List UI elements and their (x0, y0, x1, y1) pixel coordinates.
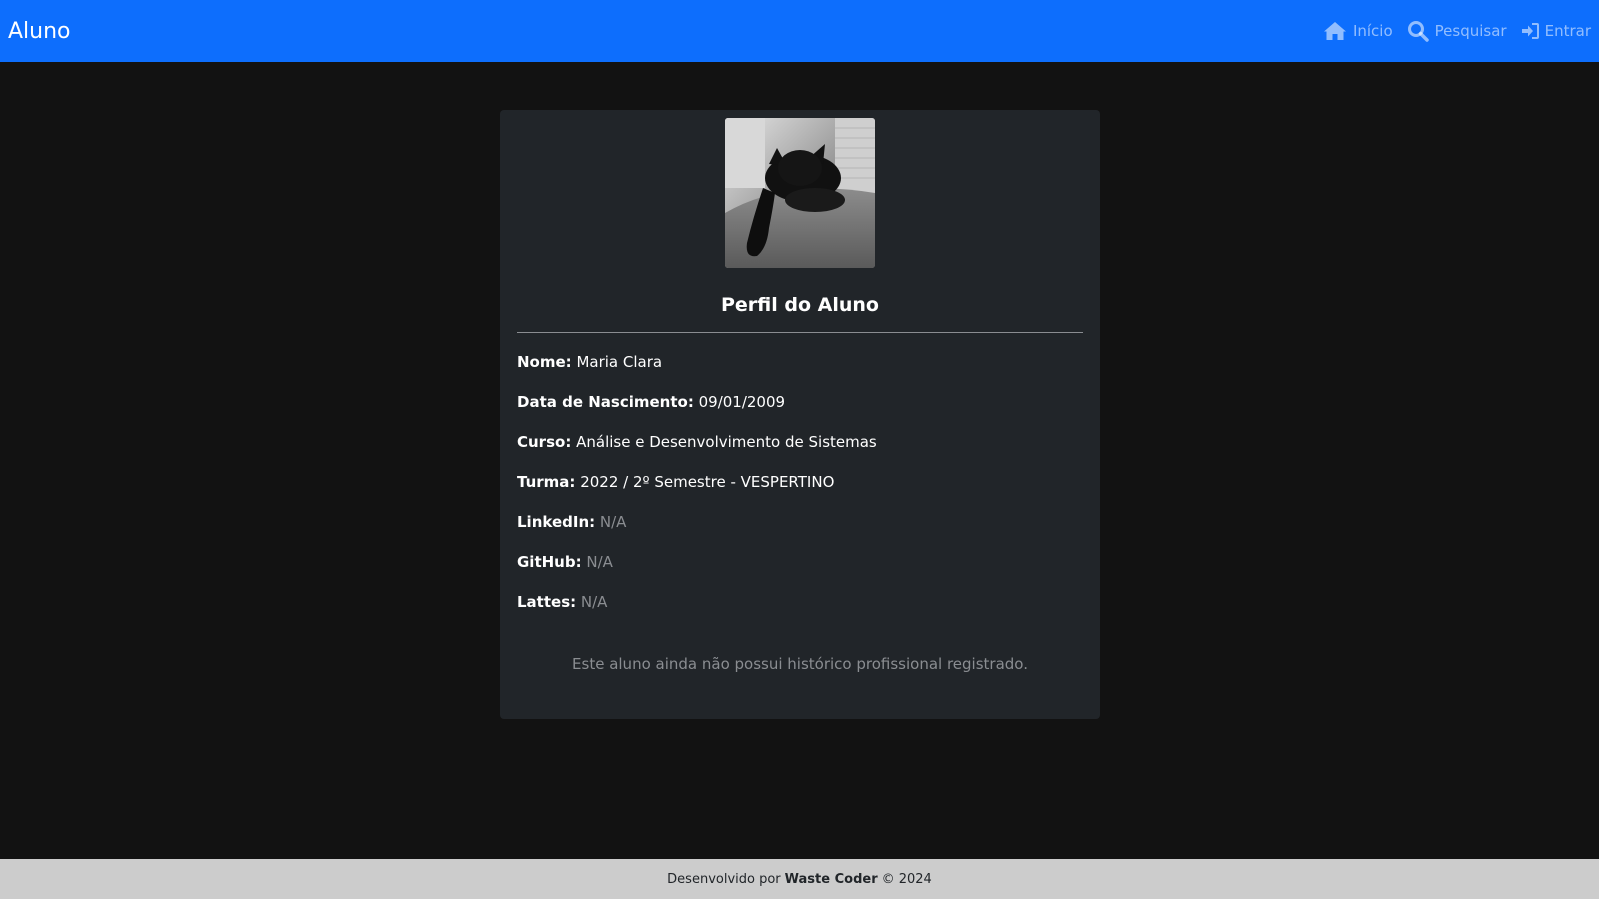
nav-link-pesquisar[interactable]: Pesquisar (1407, 20, 1507, 42)
footer: Desenvolvido por Waste Coder © 2024 (0, 859, 1599, 899)
nav-link-entrar[interactable]: Entrar (1521, 22, 1591, 40)
field-value: Maria Clara (576, 353, 663, 371)
footer-prefix: Desenvolvido por (667, 871, 781, 887)
field-curso: Curso: Análise e Desenvolvimento de Sist… (517, 431, 1083, 453)
nav-links: Início Pesquisar Entrar (1309, 20, 1591, 42)
field-lattes: Lattes: N/A (517, 591, 1083, 613)
field-value: Análise e Desenvolvimento de Sistemas (576, 433, 877, 451)
home-icon (1323, 21, 1347, 41)
search-icon (1407, 20, 1429, 42)
nav-link-inicio[interactable]: Início (1323, 21, 1393, 41)
field-label: Lattes: (517, 593, 577, 611)
page-title: Perfil do Aluno (721, 294, 879, 316)
sign-in-icon (1521, 23, 1539, 39)
field-data-nascimento: Data de Nascimento: 09/01/2009 (517, 391, 1083, 413)
nav-link-label: Pesquisar (1434, 22, 1507, 40)
field-value: 2022 / 2º Semestre - VESPERTINO (580, 473, 835, 491)
field-value: 09/01/2009 (698, 393, 786, 411)
empty-history-message: Este aluno ainda não possui histórico pr… (572, 655, 1028, 673)
field-value: N/A (586, 553, 613, 571)
field-nome: Nome: Maria Clara (517, 351, 1083, 373)
avatar (725, 118, 875, 268)
divider (517, 332, 1083, 333)
field-value: N/A (580, 593, 608, 611)
footer-copyright: © 2024 (881, 871, 932, 887)
field-label: Data de Nascimento: (517, 393, 694, 411)
field-turma: Turma: 2022 / 2º Semestre - VESPERTINO (517, 471, 1083, 493)
navbar-brand[interactable]: Aluno (8, 19, 71, 44)
profile-card: Perfil do Aluno Nome: Maria Clara Data d… (500, 110, 1100, 719)
top-navbar: Aluno Início Pesquisar Entrar (0, 0, 1599, 62)
profile-fields: Nome: Maria Clara Data de Nascimento: 09… (517, 351, 1083, 613)
field-value: N/A (599, 513, 627, 531)
nav-link-label: Entrar (1544, 22, 1591, 40)
nav-link-label: Início (1352, 22, 1393, 40)
field-label: Turma: (517, 473, 576, 491)
field-github: GitHub: N/A (517, 551, 1083, 573)
field-label: Nome: (517, 353, 572, 371)
field-label: GitHub: (517, 553, 582, 571)
footer-author: Waste Coder (784, 871, 878, 887)
avatar-wrap (517, 118, 1083, 268)
field-label: Curso: (517, 433, 572, 451)
field-label: LinkedIn: (517, 513, 596, 531)
field-linkedin: LinkedIn: N/A (517, 511, 1083, 533)
